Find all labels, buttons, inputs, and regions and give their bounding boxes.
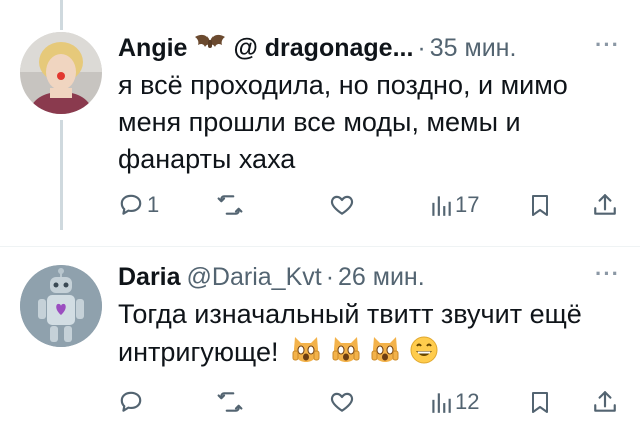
display-name[interactable]: Angie: [118, 34, 187, 63]
bookmark-icon: [532, 195, 548, 216]
user-handle[interactable]: @Daria_Kvt: [187, 263, 322, 292]
views-button[interactable]: 12: [430, 385, 479, 419]
share-icon: [594, 194, 616, 215]
reply-button[interactable]: [118, 385, 147, 419]
tweet-header: Daria @Daria_Kvt · 26 мин. ···: [118, 260, 620, 294]
bookmark-button[interactable]: [528, 188, 552, 222]
tweet-text: я всё проходила, но поздно, и мимо меня …: [118, 70, 568, 174]
bookmark-icon: [532, 392, 548, 413]
like-button[interactable]: [328, 188, 359, 222]
analytics-icon: [432, 393, 451, 413]
reply-icon: [120, 391, 142, 412]
retweet-button[interactable]: [216, 385, 247, 419]
weary-cat-emoji-icon: [371, 337, 399, 362]
emoji-reactions: [290, 333, 439, 375]
heart-icon: [330, 392, 354, 412]
reply-count: 1: [147, 192, 160, 217]
avatar[interactable]: [20, 32, 102, 114]
timestamp[interactable]: 35 мин.: [430, 34, 517, 63]
share-button[interactable]: [592, 385, 618, 419]
retweet-icon: [217, 195, 243, 215]
bookmark-button[interactable]: [528, 385, 552, 419]
share-button[interactable]: [592, 188, 618, 222]
views-count: 12: [455, 389, 480, 414]
weary-cat-emoji-icon: [292, 337, 320, 362]
retweet-icon: [217, 392, 243, 412]
action-bar: 1 17: [118, 188, 628, 222]
separator-dot: ·: [325, 262, 335, 291]
reply-icon: [120, 194, 142, 215]
tweet-angie[interactable]: Angie @ dragonage... · 35 мин. ··· я всё…: [0, 0, 640, 246]
tweet-text: Тогда изначальный твитт звучит ещё интри…: [118, 296, 612, 375]
views-count: 17: [455, 192, 480, 217]
bat-emoji-icon: [193, 31, 227, 66]
separator-dot: ·: [417, 33, 426, 62]
heart-icon: [330, 195, 354, 215]
share-icon: [594, 391, 616, 412]
like-button[interactable]: [328, 385, 359, 419]
user-handle[interactable]: @ dragonage...: [233, 34, 413, 63]
weary-cat-emoji-icon: [332, 337, 360, 362]
display-name[interactable]: Daria: [118, 263, 181, 292]
tweet-header: Angie @ dragonage... · 35 мин. ···: [118, 31, 620, 65]
views-button[interactable]: 17: [430, 188, 479, 222]
analytics-icon: [432, 196, 451, 216]
more-options-icon[interactable]: ···: [595, 263, 620, 285]
grinning-face-emoji-icon: [410, 336, 438, 364]
reply-button[interactable]: 1: [118, 188, 159, 222]
tweet-daria[interactable]: Daria @Daria_Kvt · 26 мин. ··· Тогда изн…: [0, 247, 640, 434]
avatar[interactable]: [20, 265, 102, 347]
retweet-button[interactable]: [216, 188, 247, 222]
more-options-icon[interactable]: ···: [595, 34, 620, 56]
timestamp[interactable]: 26 мин.: [338, 263, 425, 292]
action-bar: 12: [118, 385, 628, 419]
